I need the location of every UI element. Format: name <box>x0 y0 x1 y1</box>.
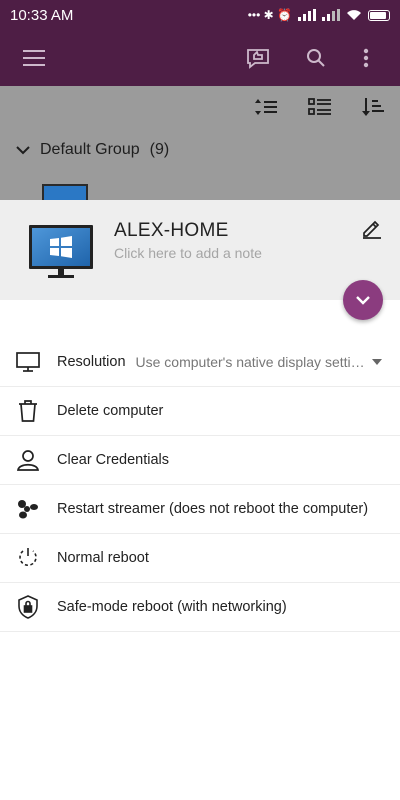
chevron-down-icon <box>16 146 30 155</box>
group-header[interactable]: Default Group (9) <box>16 132 169 168</box>
signal-icon-2 <box>322 9 340 21</box>
sort-order-icon[interactable] <box>254 97 278 122</box>
monitor-windows-icon <box>29 225 93 278</box>
clear-credentials-item[interactable]: Clear Credentials <box>0 436 400 485</box>
feedback-icon[interactable] <box>238 38 278 78</box>
more-vert-icon[interactable] <box>346 38 386 78</box>
shield-lock-icon <box>16 595 40 619</box>
app-bar <box>0 30 400 86</box>
battery-icon <box>368 9 390 21</box>
search-icon[interactable] <box>296 38 336 78</box>
power-dashed-icon <box>16 546 40 570</box>
computer-thumbnail-icon <box>42 184 88 200</box>
edit-icon[interactable] <box>360 216 384 240</box>
computer-details-header: ALEX-HOME Click here to add a note <box>0 200 400 300</box>
restart-streamer-item[interactable]: Restart streamer (does not reboot the co… <box>0 485 400 534</box>
status-icons: ••• ✱ ⏰ <box>248 8 390 22</box>
reboot-label: Normal reboot <box>57 550 149 566</box>
computer-name: ALEX-HOME <box>114 220 229 241</box>
dimmed-scrim[interactable]: Default Group (9) <box>0 86 400 200</box>
user-icon <box>16 448 40 472</box>
trash-icon <box>16 399 40 423</box>
delete-label: Delete computer <box>57 403 164 419</box>
add-note-link[interactable]: Click here to add a note <box>114 245 262 261</box>
collapse-fab-button[interactable] <box>343 280 383 320</box>
normal-reboot-item[interactable]: Normal reboot <box>0 534 400 583</box>
computer-action-menu: Resolution Use computer's native display… <box>0 338 400 632</box>
menu-icon[interactable] <box>14 38 54 78</box>
status-time: 10:33 AM <box>10 6 74 24</box>
list-toolbar <box>254 86 400 132</box>
clear-label: Clear Credentials <box>57 452 170 468</box>
safe-reboot-label: Safe-mode reboot (with networking) <box>57 599 287 615</box>
restart-label: Restart streamer (does not reboot the co… <box>57 501 369 517</box>
resolution-select[interactable]: Use computer's native display settings <box>136 354 366 370</box>
group-label: Default Group <box>40 141 140 158</box>
status-bar: 10:33 AM ••• ✱ ⏰ <box>0 0 400 30</box>
signal-icon <box>298 9 316 21</box>
sort-alpha-icon[interactable] <box>362 97 386 122</box>
view-list-icon[interactable] <box>308 97 332 122</box>
status-indicators: ••• ✱ ⏰ <box>247 8 292 22</box>
wifi-icon <box>347 10 361 20</box>
monitor-icon <box>16 350 40 374</box>
streamer-icon <box>16 497 40 521</box>
group-count: (9) <box>149 141 170 158</box>
safe-mode-reboot-item[interactable]: Safe-mode reboot (with networking) <box>0 583 400 632</box>
delete-computer-item[interactable]: Delete computer <box>0 387 400 436</box>
dropdown-arrow-icon[interactable] <box>371 359 382 365</box>
resolution-row[interactable]: Resolution Use computer's native display… <box>0 338 400 387</box>
resolution-label: Resolution <box>57 354 126 370</box>
chevron-down-icon <box>356 296 370 305</box>
